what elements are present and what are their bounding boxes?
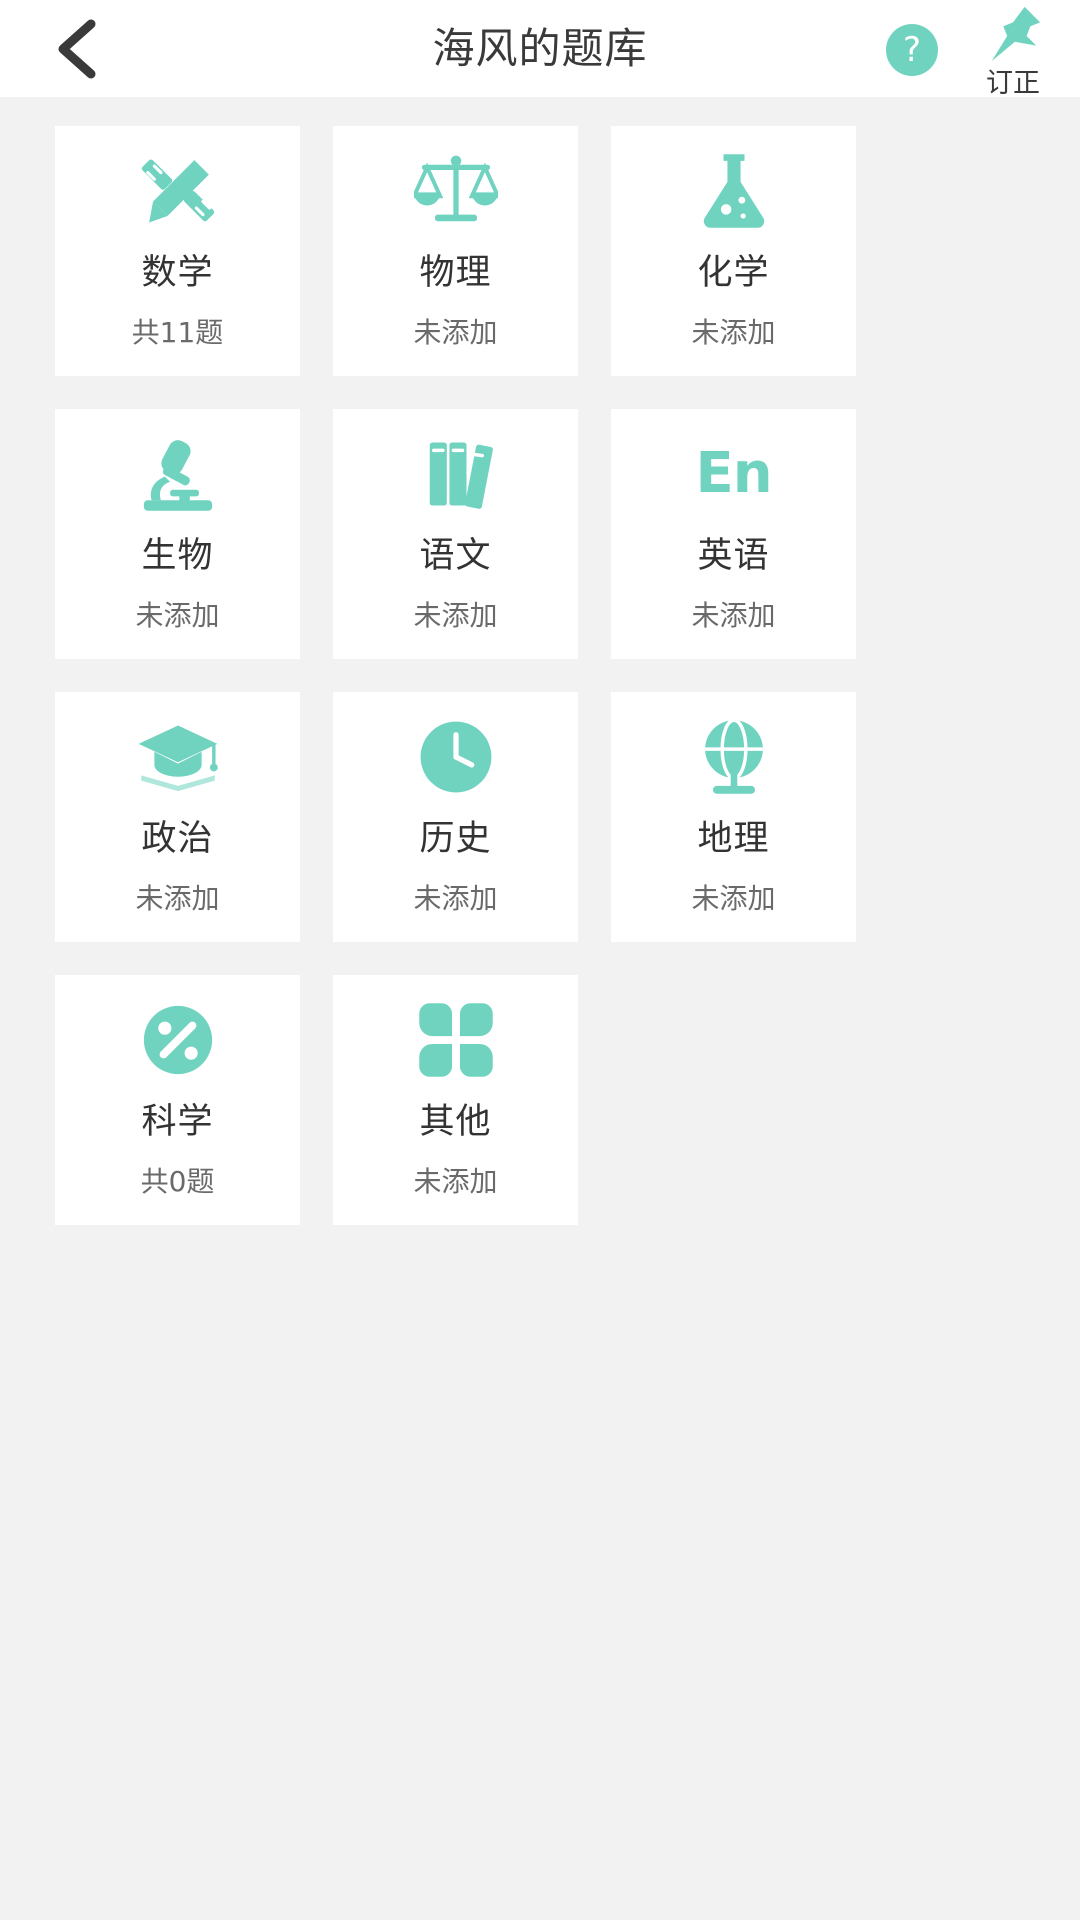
subject-card-other[interactable]: 其他 未添加 bbox=[333, 975, 578, 1225]
subject-title: 科学 bbox=[141, 1102, 214, 1142]
subject-count: 共0题 bbox=[140, 1165, 215, 1198]
four-petals-icon bbox=[414, 981, 498, 1099]
subject-card-science[interactable]: 科学 共0题 bbox=[55, 975, 300, 1225]
pushpin-icon bbox=[982, 3, 1044, 69]
books-icon bbox=[414, 415, 498, 533]
subject-count: 未添加 bbox=[413, 599, 498, 632]
correction-label: 订正 bbox=[986, 67, 1040, 99]
pencil-ruler-icon bbox=[136, 132, 220, 250]
subject-title: 英语 bbox=[697, 536, 770, 576]
subject-title: 历史 bbox=[419, 819, 492, 859]
subject-card-biology[interactable]: 生物 未添加 bbox=[55, 409, 300, 659]
subject-card-math[interactable]: 数学 共11题 bbox=[55, 126, 300, 376]
flask-icon bbox=[692, 132, 776, 250]
subject-card-politics[interactable]: 政治 未添加 bbox=[55, 692, 300, 942]
subject-count: 未添加 bbox=[135, 882, 220, 915]
subject-count: 共11题 bbox=[131, 316, 224, 349]
subject-title: 生物 bbox=[141, 536, 214, 576]
subject-count: 未添加 bbox=[691, 882, 776, 915]
subject-count: 未添加 bbox=[413, 316, 498, 349]
subject-count: 未添加 bbox=[691, 316, 776, 349]
subject-title: 数学 bbox=[141, 253, 214, 293]
question-mark-icon: ? bbox=[902, 29, 922, 70]
graduation-cap-icon bbox=[136, 698, 220, 816]
subject-card-history[interactable]: 历史 未添加 bbox=[333, 692, 578, 942]
en-text-icon: En bbox=[695, 415, 772, 533]
subject-title: 地理 bbox=[697, 819, 770, 859]
app-header: 海风的题库 ? 订正 bbox=[0, 0, 1080, 99]
subject-count: 未添加 bbox=[691, 599, 776, 632]
subject-title: 政治 bbox=[141, 819, 214, 859]
subject-card-english[interactable]: En 英语 未添加 bbox=[611, 409, 856, 659]
en-text-glyph: En bbox=[695, 441, 772, 506]
globe-icon bbox=[692, 698, 776, 816]
header-actions: ? 订正 bbox=[886, 0, 1054, 99]
subject-card-physics[interactable]: 物理 未添加 bbox=[333, 126, 578, 376]
subject-card-chinese[interactable]: 语文 未添加 bbox=[333, 409, 578, 659]
subject-count: 未添加 bbox=[135, 599, 220, 632]
atom-icon bbox=[136, 981, 220, 1099]
subject-title: 化学 bbox=[697, 253, 770, 293]
subject-grid: 数学 共11题 物理 未添加 化学 未添加 生物 未添加 语文 未添加 En 英… bbox=[0, 97, 1080, 1225]
balance-scale-icon bbox=[413, 132, 498, 250]
subject-count: 未添加 bbox=[413, 882, 498, 915]
help-button[interactable]: ? bbox=[886, 23, 938, 76]
subject-title: 物理 bbox=[419, 253, 492, 293]
microscope-icon bbox=[136, 415, 220, 533]
subject-card-geography[interactable]: 地理 未添加 bbox=[611, 692, 856, 942]
correction-button[interactable]: 订正 bbox=[972, 3, 1054, 99]
subject-count: 未添加 bbox=[413, 1165, 498, 1198]
clock-icon bbox=[414, 698, 498, 816]
subject-title: 其他 bbox=[419, 1102, 492, 1142]
subject-card-chemistry[interactable]: 化学 未添加 bbox=[611, 126, 856, 376]
subject-title: 语文 bbox=[419, 536, 492, 576]
